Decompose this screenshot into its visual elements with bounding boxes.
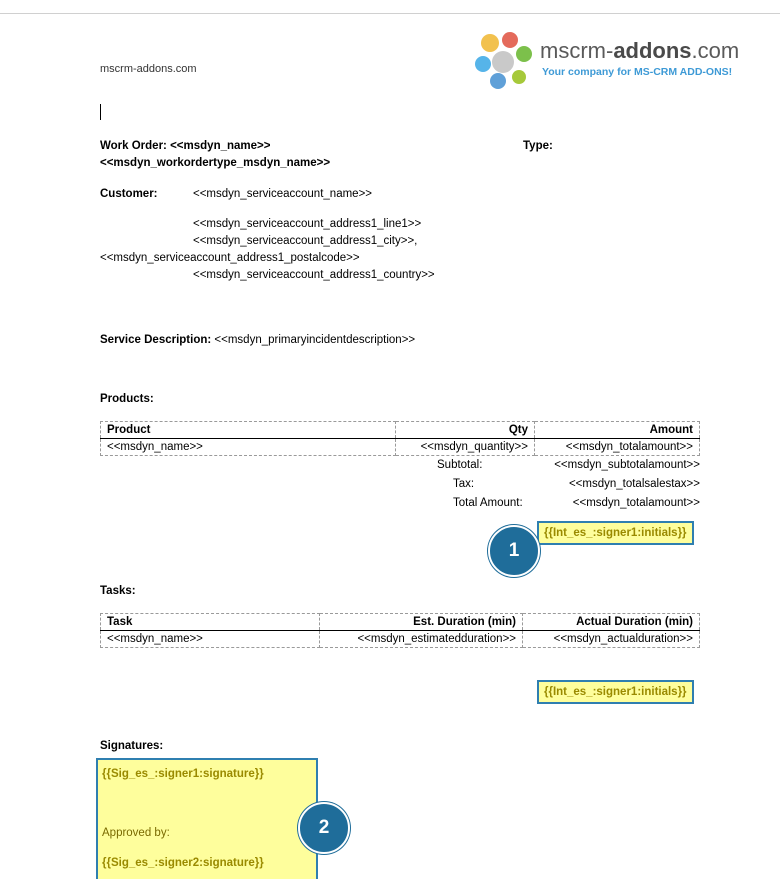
task-actual-duration-cell: <<msdyn_actualduration>> xyxy=(522,630,700,648)
tasks-header-row: Task Est. Duration (min) Actual Duration… xyxy=(100,613,700,631)
customer-address-line1: <<msdyn_serviceaccount_address1_line1>> xyxy=(193,218,422,230)
column-header-qty: Qty xyxy=(395,421,535,439)
table-row: <<msdyn_name>> <<msdyn_quantity>> <<msdy… xyxy=(100,438,700,456)
callout-badge-2: 2 xyxy=(298,802,350,854)
service-description-label: Service Description: xyxy=(100,334,212,346)
service-description-value: <<msdyn_primaryincidentdescription>> xyxy=(214,334,416,346)
column-header-task: Task xyxy=(100,613,320,631)
column-header-amount: Amount xyxy=(534,421,700,439)
type-label: Type: xyxy=(523,140,553,152)
tax-value: <<msdyn_totalsalestax>> xyxy=(568,478,700,490)
table-row: <<msdyn_name>> <<msdyn_estimatedduration… xyxy=(100,630,700,648)
customer-address-country: <<msdyn_serviceaccount_address1_country>… xyxy=(193,269,435,281)
callout-badge-1: 1 xyxy=(488,525,540,577)
initials-field-tasks[interactable]: {{Int_es_:signer1:initials}} xyxy=(537,680,694,704)
customer-address-postalcode: <<msdyn_serviceaccount_address1_postalco… xyxy=(100,252,360,264)
subtotal-label: Subtotal: xyxy=(437,459,483,471)
text-cursor xyxy=(100,104,101,120)
column-header-est-duration: Est. Duration (min) xyxy=(319,613,523,631)
product-qty-cell: <<msdyn_quantity>> xyxy=(395,438,535,456)
products-header-row: Product Qty Amount xyxy=(100,421,700,439)
customer-label: Customer: xyxy=(100,188,158,200)
tax-label: Tax: xyxy=(453,478,475,490)
tasks-heading: Tasks: xyxy=(100,585,136,597)
subtotal-value: <<msdyn_subtotalamount>> xyxy=(554,459,700,471)
signer2-signature-field[interactable]: {{Sig_es_:signer2:signature}} xyxy=(102,857,264,869)
product-name-cell: <<msdyn_name>> xyxy=(100,438,396,456)
service-description: Service Description: <<msdyn_primaryinci… xyxy=(100,333,415,348)
task-est-duration-cell: <<msdyn_estimatedduration>> xyxy=(319,630,523,648)
tasks-table: Task Est. Duration (min) Actual Duration… xyxy=(100,613,700,648)
signatures-field-box[interactable]: {{Sig_es_:signer1:signature}} Approved b… xyxy=(96,758,318,879)
logo-wordmark: mscrm-addons.com xyxy=(540,38,740,63)
customer-address-city: <<msdyn_serviceaccount_address1_city>>, xyxy=(193,235,418,247)
approved-by-label: Approved by: xyxy=(102,827,170,839)
total-amount-value: <<msdyn_totalamount>> xyxy=(572,497,700,509)
signer1-signature-field[interactable]: {{Sig_es_:signer1:signature}} xyxy=(102,768,264,780)
initials-field-products[interactable]: {{Int_es_:signer1:initials}} xyxy=(537,521,694,545)
products-heading: Products: xyxy=(100,393,154,405)
company-logo: mscrm-addons.com Your company for MS-CRM… xyxy=(472,30,762,92)
column-header-actual-duration: Actual Duration (min) xyxy=(522,613,700,631)
work-order-type-value: <<msdyn_workordertype_msdyn_name>> xyxy=(100,157,331,169)
customer-name: <<msdyn_serviceaccount_name>> xyxy=(193,188,372,200)
logo-bubbles-icon xyxy=(475,32,532,89)
header-site-text: mscrm-addons.com xyxy=(100,63,197,75)
logo-tagline: Your company for MS-CRM ADD-ONS! xyxy=(542,66,733,78)
work-order-line: Work Order: <<msdyn_name>> xyxy=(100,140,271,152)
signatures-heading: Signatures: xyxy=(100,740,164,752)
total-amount-label: Total Amount: xyxy=(453,497,523,509)
page-top-border xyxy=(0,13,780,14)
products-table: Product Qty Amount <<msdyn_name>> <<msdy… xyxy=(100,421,700,456)
task-name-cell: <<msdyn_name>> xyxy=(100,630,320,648)
column-header-product: Product xyxy=(100,421,396,439)
product-amount-cell: <<msdyn_totalamount>> xyxy=(534,438,700,456)
